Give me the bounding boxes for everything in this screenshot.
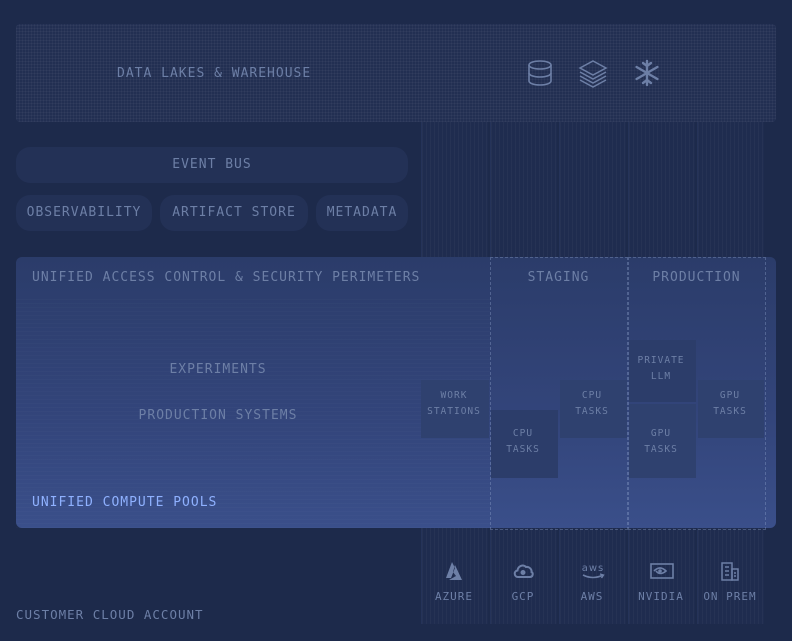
building-icon bbox=[721, 562, 739, 581]
provider-label-on-prem: ON PREM bbox=[703, 590, 757, 603]
private-llm-line-1: PRIVATE bbox=[637, 355, 685, 366]
cpu-tasks-a-line-1: CPU bbox=[512, 428, 534, 439]
cpu-tasks-label-a: CPU TASKS bbox=[490, 426, 556, 458]
snowflake-icon bbox=[635, 59, 659, 87]
work-stations-label: WORK STATIONS bbox=[421, 388, 487, 420]
cpu-tasks-b-line-1: CPU bbox=[581, 390, 603, 401]
work-stations-line-1: WORK bbox=[440, 390, 468, 401]
cpu-tasks-a-line-2: TASKS bbox=[506, 444, 540, 455]
unified-compute-pools-label: UNIFIED COMPUTE POOLS bbox=[32, 495, 218, 510]
cpu-tasks-label-b: CPU TASKS bbox=[559, 388, 625, 420]
warehouse-label: DATA LAKES & WAREHOUSE bbox=[117, 66, 312, 81]
experiments-label: EXPERIMENTS bbox=[169, 362, 267, 377]
event-bus-pill: EVENT BUS bbox=[16, 147, 408, 183]
gcp-cloud-icon bbox=[513, 564, 534, 578]
work-stations-line-2: STATIONS bbox=[427, 406, 481, 417]
provider-label-azure: AZURE bbox=[434, 590, 474, 603]
provider-label-aws: AWS bbox=[580, 590, 604, 603]
customer-cloud-account-label: CUSTOMER CLOUD ACCOUNT bbox=[16, 607, 204, 622]
gpu-tasks-a-line-1: GPU bbox=[650, 428, 672, 439]
private-llm-line-2: LLM bbox=[650, 371, 672, 382]
layers-icon bbox=[578, 60, 608, 88]
observability-pill: OBSERVABILITY bbox=[16, 195, 152, 231]
svg-text:aws: aws bbox=[582, 563, 605, 574]
production-label: PRODUCTION bbox=[652, 270, 741, 285]
gpu-tasks-b-line-2: TASKS bbox=[713, 406, 747, 417]
azure-icon bbox=[446, 562, 462, 580]
gpu-tasks-label-b: GPU TASKS bbox=[697, 388, 763, 420]
provider-label-gcp: GCP bbox=[511, 590, 535, 603]
private-llm-label: PRIVATE LLM bbox=[628, 353, 694, 385]
cpu-tasks-b-line-2: TASKS bbox=[575, 406, 609, 417]
aws-icon: aws bbox=[582, 563, 605, 579]
access-control-label: UNIFIED ACCESS CONTROL & SECURITY PERIME… bbox=[32, 270, 421, 285]
provider-label-nvidia: NVIDIA bbox=[638, 590, 684, 603]
gpu-tasks-label-a: GPU TASKS bbox=[628, 426, 694, 458]
database-icon bbox=[528, 60, 552, 86]
gpu-tasks-b-line-1: GPU bbox=[719, 390, 741, 401]
artifact-store-pill: ARTIFACT STORE bbox=[160, 195, 308, 231]
production-systems-label: PRODUCTION SYSTEMS bbox=[138, 408, 298, 423]
staging-label: STAGING bbox=[527, 270, 590, 285]
metadata-pill: METADATA bbox=[316, 195, 408, 231]
nvidia-icon bbox=[650, 563, 674, 579]
gpu-tasks-a-line-2: TASKS bbox=[644, 444, 678, 455]
